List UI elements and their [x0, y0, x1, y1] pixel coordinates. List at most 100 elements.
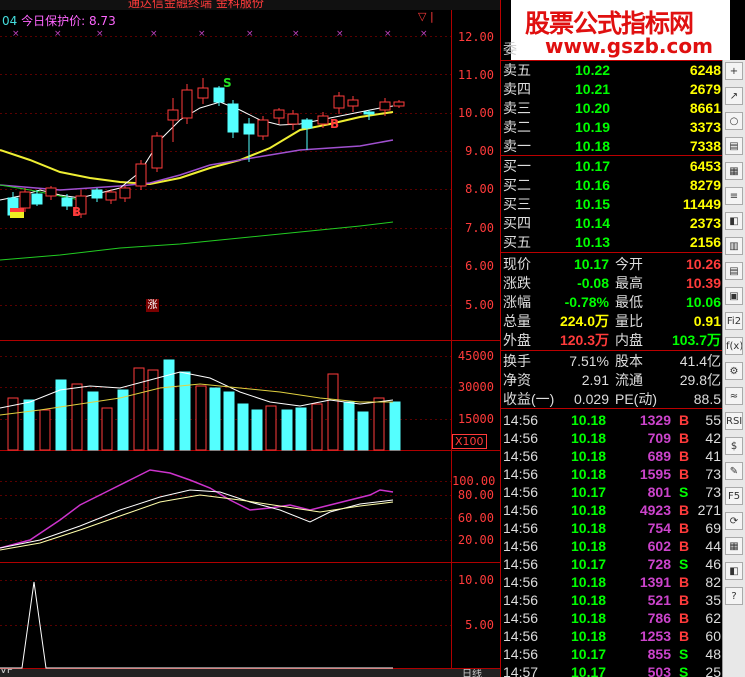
quote-row[interactable]: 涨跌 -0.08 最高 10.39	[501, 274, 723, 292]
tick-count: 73	[705, 466, 721, 482]
toolbar-icon[interactable]: ↗	[725, 87, 743, 105]
volume-bar	[133, 367, 145, 451]
quote-row[interactable]: 外盘 120.3万 内盘 103.7万	[501, 331, 723, 349]
toolbar-icon[interactable]: $	[725, 437, 743, 455]
sell-order-row[interactable]: 卖五 10.22 6248	[501, 61, 723, 79]
tick-volume: 786	[647, 610, 671, 626]
candle-body	[287, 113, 299, 125]
tick-volume: 754	[647, 520, 671, 536]
tick-price: 10.18	[571, 610, 607, 626]
toolbar-icon[interactable]: f(x)	[725, 337, 743, 355]
order-price: 10.18	[575, 138, 611, 154]
tick-row[interactable]: 14:56 10.17 801 S 73	[501, 483, 723, 501]
ma-purple	[0, 139, 394, 191]
buy-order-row[interactable]: 买一 10.17 6453	[501, 157, 723, 175]
fundamental-row[interactable]: 换手 7.51% 股本 41.4亿	[501, 352, 723, 370]
macd-axis-label: 60.00	[457, 511, 494, 525]
quote-row[interactable]: 总量 224.0万 量比 0.91	[501, 312, 723, 330]
tick-row[interactable]: 14:56 10.18 709 B 42	[501, 429, 723, 447]
tick-row[interactable]: 14:56 10.18 1253 B 60	[501, 627, 723, 645]
tick-row[interactable]: 14:56 10.18 521 B 35	[501, 591, 723, 609]
tick-row[interactable]: 14:57 10.17 503 S 25	[501, 663, 723, 677]
volume-bar	[71, 383, 83, 451]
volume-unit-button[interactable]: X100	[452, 434, 487, 449]
toolbar-icon[interactable]: F5	[725, 487, 743, 505]
tick-time: 14:56	[503, 556, 539, 572]
tick-price: 10.18	[571, 592, 607, 608]
sell-order-row[interactable]: 卖二 10.19 3373	[501, 118, 723, 136]
volume-bar	[179, 371, 191, 451]
tick-row[interactable]: 14:56 10.17 855 S 48	[501, 645, 723, 663]
toolbar-icon[interactable]: +	[725, 62, 743, 80]
quote-label: 涨跌	[503, 275, 531, 291]
buy-order-row[interactable]: 买四 10.14 2373	[501, 214, 723, 232]
quote-row[interactable]: 现价 10.17 今开 10.26	[501, 255, 723, 273]
toolbar-icon[interactable]: ⚙	[725, 362, 743, 380]
tick-direction: S	[679, 646, 689, 662]
tick-volume: 503	[647, 664, 671, 677]
tick-row[interactable]: 14:56 10.18 754 B 69	[501, 519, 723, 537]
order-price: 10.20	[575, 100, 611, 116]
sell-order-row[interactable]: 卖一 10.18 7338	[501, 137, 723, 155]
toolbar-icon[interactable]: ✎	[725, 462, 743, 480]
quote-value: 0.91	[693, 313, 721, 329]
tick-volume: 1253	[639, 628, 671, 644]
volume-axis-label: 45000	[457, 349, 494, 363]
toolbar-icon[interactable]: ▦	[725, 162, 743, 180]
toolbar-icon[interactable]: ◧	[725, 212, 743, 230]
order-price: 10.14	[575, 215, 611, 231]
toolbar-icon[interactable]: ≈	[725, 387, 743, 405]
toolbar-icon[interactable]: ≡	[725, 187, 743, 205]
toolbar-icon[interactable]: ?	[725, 587, 743, 605]
bottom-axis-label: 5.00	[465, 618, 494, 632]
toolbar-icon[interactable]: ⟳	[725, 512, 743, 530]
price-axis-label: 10.00	[457, 106, 494, 120]
toolbar-icon[interactable]: ◧	[725, 562, 743, 580]
tick-row[interactable]: 14:56 10.18 1595 B 73	[501, 465, 723, 483]
tick-row[interactable]: 14:56 10.17 728 S 46	[501, 555, 723, 573]
buy-signal: B	[72, 205, 82, 219]
buy-order-row[interactable]: 买五 10.13 2156	[501, 233, 723, 251]
tick-row[interactable]: 14:56 10.18 602 B 44	[501, 537, 723, 555]
fundamental-row[interactable]: 收益(一) 0.029 PE(动) 88.5	[501, 390, 723, 408]
tick-row[interactable]: 14:56 10.18 689 B 41	[501, 447, 723, 465]
toolbar-icon[interactable]: ▦	[725, 537, 743, 555]
candle-body	[273, 109, 285, 119]
toolbar-icon[interactable]: ▣	[725, 287, 743, 305]
order-price: 10.17	[575, 158, 611, 174]
order-price: 10.15	[575, 196, 611, 212]
fund-value: 41.4亿	[679, 353, 721, 369]
candle-body	[105, 191, 117, 201]
volume-bar	[87, 391, 99, 451]
fund-label: 净资	[503, 372, 531, 388]
limit-up-badge: 涨	[146, 299, 159, 312]
bottom-tab-daily[interactable]: 日线	[462, 669, 482, 677]
tick-count: 25	[705, 664, 721, 677]
sell-order-row[interactable]: 卖四 10.21 2679	[501, 80, 723, 98]
tick-count: 46	[705, 556, 721, 572]
buy-order-row[interactable]: 买三 10.15 11449	[501, 195, 723, 213]
tick-price: 10.18	[571, 628, 607, 644]
toolbar-icon[interactable]: RSI	[725, 412, 743, 430]
fund-value: 0.029	[573, 391, 609, 407]
toolbar-icon[interactable]: Fi2	[725, 312, 743, 330]
price-axis-label: 12.00	[457, 30, 494, 44]
chart-menu-icon[interactable]: ▽ |	[418, 10, 434, 23]
tick-row[interactable]: 14:56 10.18 786 B 62	[501, 609, 723, 627]
tick-row[interactable]: 14:56 10.18 1329 B 55	[501, 411, 723, 429]
fundamental-row[interactable]: 净资 2.91 流通 29.8亿	[501, 371, 723, 389]
tick-time: 14:56	[503, 502, 539, 518]
toolbar-icon[interactable]: ○	[725, 112, 743, 130]
tick-count: 69	[705, 520, 721, 536]
toolbar-icon[interactable]: ▤	[725, 137, 743, 155]
kline-chart[interactable]: × × × × × × × × × ×	[0, 0, 500, 677]
sell-order-row[interactable]: 卖三 10.20 8661	[501, 99, 723, 117]
buy-order-row[interactable]: 买二 10.16 8279	[501, 176, 723, 194]
quote-row[interactable]: 涨幅 -0.78% 最低 10.06	[501, 293, 723, 311]
fund-label: PE(动)	[615, 391, 657, 407]
tick-row[interactable]: 14:56 10.18 4923 B 271	[501, 501, 723, 519]
toolbar-icon[interactable]: ▤	[725, 262, 743, 280]
bottom-tab-vp[interactable]: VP	[0, 669, 13, 676]
toolbar-icon[interactable]: ▥	[725, 237, 743, 255]
tick-row[interactable]: 14:56 10.18 1391 B 82	[501, 573, 723, 591]
